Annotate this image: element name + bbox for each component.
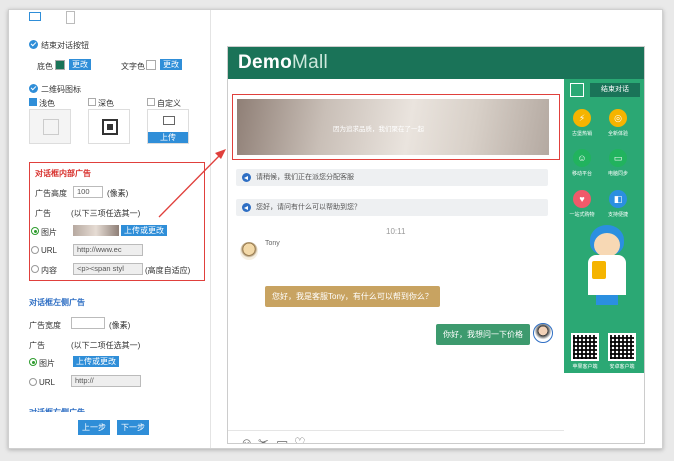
message-time: 10:11 (386, 227, 406, 236)
chat-preview: DemoMall 因为追求品质，我们聚在了一起 请稍候，我们正在派您分配客服 您… (227, 46, 645, 444)
folder-icon[interactable]: ▭ (276, 436, 288, 444)
agent-avatar (240, 242, 258, 260)
mobile-platform-label: 移动平台 (571, 171, 592, 177)
convenient-support-label: 支持便捷 (607, 212, 628, 218)
ad-banner: 因为追求品质，我们聚在了一起 (237, 99, 549, 155)
hot-sale-label: 古堡热销 (571, 131, 592, 137)
preview-header: DemoMall (228, 47, 644, 79)
user-message: 你好，我想问一下价格 (436, 324, 530, 345)
new-experience-icon[interactable]: ◎ (609, 109, 627, 127)
speaker-icon (242, 173, 251, 182)
hot-sale-icon[interactable]: ⚡ (573, 109, 591, 127)
banner-text: 因为追求品质，我们聚在了一起 (333, 126, 424, 133)
system-message: 请稍候，我们正在派您分配客服 (236, 169, 548, 186)
system-message: 您好，请问有什么可以帮助到您？ (236, 199, 548, 216)
pc-sync-label: 电脑同步 (607, 171, 628, 177)
user-avatar (533, 323, 553, 343)
convenient-support-icon[interactable]: ◧ (609, 190, 627, 208)
app-window: 结束对话按钮 底色 更改 文字色 更改 二维码图标 浅色 深色 自定义 上传 对… (8, 9, 663, 449)
qr-toggle-icon[interactable] (570, 83, 584, 97)
mobile-platform-icon[interactable]: ☺ (573, 149, 591, 167)
input-divider (228, 430, 564, 431)
right-sidebar: 结束对话 ⚡ 古堡热销 ◎ 全新体验 ☺ 移动平台 ▭ 电脑同步 ♥ 一站式购物… (564, 79, 644, 373)
scissors-icon[interactable]: ✂ (258, 436, 269, 444)
pc-sync-icon[interactable]: ▭ (609, 149, 627, 167)
ios-qr-code (571, 333, 599, 361)
one-stop-shopping-icon[interactable]: ♥ (573, 190, 591, 208)
new-experience-label: 全新体验 (607, 131, 628, 137)
end-chat-button[interactable]: 结束对话 (590, 83, 640, 97)
android-qr-code (608, 333, 636, 361)
mascot-illustration (582, 225, 634, 305)
speaker-icon (242, 203, 251, 212)
emoji-icon[interactable]: ☺ (240, 436, 253, 444)
demomall-logo: DemoMall (238, 52, 329, 73)
agent-message: 您好，我是客服Tony，有什么可以帮到你么？ (265, 286, 440, 307)
agent-name: Tony (265, 240, 280, 247)
one-stop-shopping-label: 一站式购物 (569, 212, 595, 218)
chat-area: 因为追求品质，我们聚在了一起 请稍候，我们正在派您分配客服 您好，请问有什么可以… (228, 79, 564, 444)
android-client-label: 安卓客户端 (609, 364, 635, 370)
ios-client-label: 苹果客户端 (572, 364, 598, 370)
heart-icon[interactable]: ♡ (294, 436, 306, 444)
